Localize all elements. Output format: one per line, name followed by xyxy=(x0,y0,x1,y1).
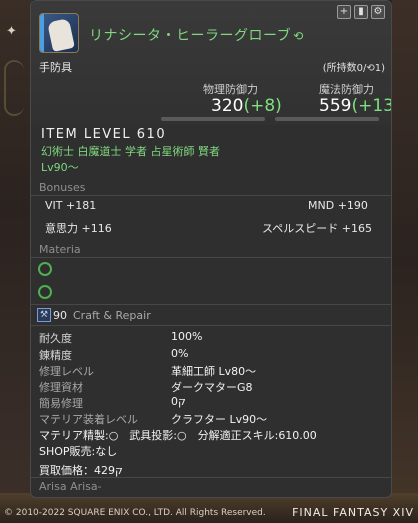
physical-defense-bar xyxy=(161,117,265,121)
physical-defense-bonus: (+8) xyxy=(243,96,282,116)
durability-label: 耐久度 xyxy=(39,332,72,345)
job-list: 幻術士 白魔道士 学者 占星術師 賢者 xyxy=(41,145,220,158)
owned-count-hq: 1) xyxy=(374,63,385,74)
materia-slot-icon xyxy=(38,285,52,299)
divider xyxy=(31,325,391,326)
item-level: ITEM LEVEL 610 xyxy=(41,127,167,142)
pin-button[interactable]: + xyxy=(337,5,351,19)
divider xyxy=(31,477,391,478)
bonus-value: +181 xyxy=(66,199,97,212)
equip-level: Lv90～ xyxy=(41,161,79,174)
glove-icon xyxy=(39,13,79,53)
magic-defense-label: 魔法防御力 xyxy=(319,83,374,96)
repair-level-label: 修理レベル xyxy=(39,365,94,378)
owned-count: (所持数0/⟲1) xyxy=(323,59,385,74)
bonus-mnd: MND +190 xyxy=(308,199,368,212)
magic-defense-base: 559 xyxy=(319,96,352,116)
item-name: リナシータ・ヒーラーグローブ ⟲ xyxy=(89,25,304,45)
spiritbond-value: 0% xyxy=(171,347,189,360)
physical-defense-value: 320(+8) xyxy=(211,96,282,116)
divider xyxy=(31,257,391,258)
sell-price: 買取価格：429ק xyxy=(39,464,123,477)
bonus-vit: VIT +181 xyxy=(45,199,96,212)
materia-title: Materia xyxy=(39,243,81,256)
quick-repair-label: 簡易修理 xyxy=(39,397,83,410)
craft-repair-title: Craft & Repair xyxy=(73,309,151,322)
star-icon: ✦ xyxy=(6,24,17,39)
divider xyxy=(31,195,391,196)
repair-materials-value: ダークマターG8 xyxy=(171,381,253,394)
magic-defense-bar xyxy=(275,117,379,121)
bonus-name: スペルスピード xyxy=(262,222,339,235)
divider xyxy=(31,304,391,305)
crafter-signature: Arisa Arisa- xyxy=(39,480,102,493)
bonus-name: 意思力 xyxy=(45,222,78,235)
item-category: 手防具 xyxy=(39,61,72,74)
owned-count-nq: (所持数0/ xyxy=(322,63,367,74)
repair-materials-label: 修理資材 xyxy=(39,381,83,394)
extract-project-desynth: マテリア精製:○ 武具投影:○ 分解適正スキル:610.00 xyxy=(39,429,317,442)
background-right xyxy=(392,0,418,523)
hq-icon: ⟲ xyxy=(293,29,304,43)
gear-stripe xyxy=(40,14,44,52)
bonus-name: VIT xyxy=(45,199,63,212)
quick-repair-value: 0ק xyxy=(171,395,186,408)
item-name-text: リナシータ・ヒーラーグローブ xyxy=(89,28,292,44)
bonus-name: MND xyxy=(308,199,335,212)
settings-button[interactable]: ⚙ xyxy=(371,5,385,19)
bonuses-title: Bonuses xyxy=(39,181,86,194)
magic-defense-bonus: (+13) xyxy=(351,96,391,116)
tooltip-buttons: + ▮ ⚙ xyxy=(337,5,385,19)
physical-defense-base: 320 xyxy=(211,96,244,116)
shop-sell: SHOP販売:なし xyxy=(39,445,118,458)
physical-defense-label: 物理防御力 xyxy=(203,83,258,96)
bonus-determination: 意思力 +116 xyxy=(45,220,112,236)
repair-level-value: 革細工師 Lv80～ xyxy=(171,365,257,378)
game-logo: FINAL FANTASY XIV xyxy=(292,506,414,519)
magic-defense-value: 559(+13) xyxy=(319,96,391,116)
copyright-text: © 2010-2022 SQUARE ENIX CO., LTD. All Ri… xyxy=(4,508,266,518)
bonus-value: +116 xyxy=(81,222,112,235)
bonus-spell-speed: スペルスピード +165 xyxy=(262,220,372,236)
item-tooltip: リナシータ・ヒーラーグローブ ⟲ + ▮ ⚙ 手防具 (所持数0/⟲1) 物理防御… xyxy=(30,0,392,498)
spiritbond-label: 錬精度 xyxy=(39,349,72,362)
materia-melding-value: クラフター Lv90～ xyxy=(171,413,268,426)
bonus-value: +190 xyxy=(337,199,368,212)
crafter-icon: ⚒ xyxy=(37,308,51,322)
bonus-value: +165 xyxy=(341,222,372,235)
materia-slot-icon xyxy=(38,262,52,276)
glove-shape xyxy=(47,18,75,52)
hq-icon: ⟲ xyxy=(366,63,375,74)
materia-melding-label: マテリア装着レベル xyxy=(39,413,138,426)
side-frame xyxy=(4,60,24,116)
compare-button[interactable]: ▮ xyxy=(354,5,368,19)
craft-level: 90 xyxy=(53,309,67,322)
durability-value: 100% xyxy=(171,330,203,343)
